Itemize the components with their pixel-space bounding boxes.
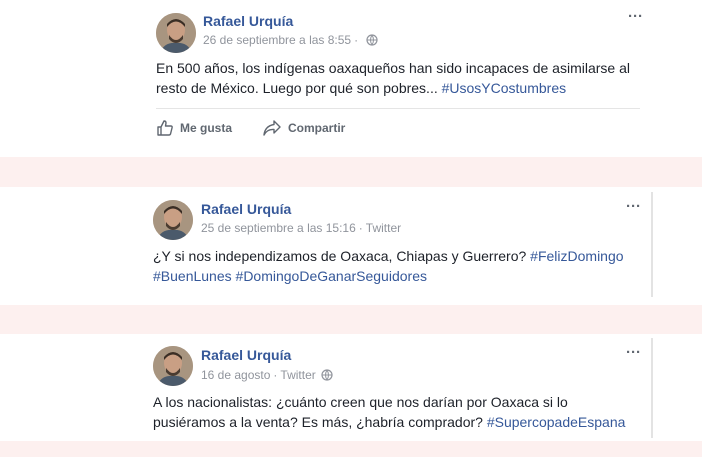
share-label: Compartir xyxy=(288,121,346,135)
avatar-image xyxy=(156,13,196,53)
avatar-image xyxy=(153,346,193,386)
more-options-icon[interactable]: ··· xyxy=(626,199,641,214)
feed-gap xyxy=(0,305,702,334)
hashtag-link[interactable]: #UsosYCostumbres xyxy=(442,80,567,96)
meta-separator: · xyxy=(358,221,363,235)
author-name[interactable]: Rafael Urquía xyxy=(201,201,291,217)
post-timestamp[interactable]: 26 de septiembre a las 8:55 xyxy=(203,33,351,47)
card-edge xyxy=(651,338,653,438)
meta-separator: · xyxy=(354,33,359,47)
post-text-line: pusiéramos a la venta? Es más, ¿habría c… xyxy=(153,414,487,430)
post-meta: 16 de agosto · Twitter xyxy=(201,368,333,382)
avatar-image xyxy=(153,200,193,240)
avatar[interactable] xyxy=(153,346,193,386)
card-edge xyxy=(651,192,653,297)
hashtag-link[interactable]: #DomingoDeGanarSeguidores xyxy=(236,268,427,284)
post-timestamp[interactable]: 16 de agosto xyxy=(201,368,270,382)
post-text: A los nacionalistas: ¿cuánto creen que n… xyxy=(153,392,648,432)
hashtag-link[interactable]: #SupercopadeEspana xyxy=(487,414,626,430)
post-text-line: A los nacionalistas: ¿cuánto creen que n… xyxy=(153,394,568,410)
feed-gap xyxy=(0,157,702,187)
feed-gap xyxy=(0,441,702,457)
post-text-line: ¿Y si nos independizamos de Oaxaca, Chia… xyxy=(153,248,531,264)
post-text-line: En 500 años, los indígenas oaxaqueños ha… xyxy=(156,60,630,76)
thumbs-up-icon xyxy=(157,120,173,136)
hashtag-link[interactable]: #FelizDomingo xyxy=(530,248,623,264)
avatar[interactable] xyxy=(153,200,193,240)
post-source: Twitter xyxy=(365,221,402,235)
like-label: Me gusta xyxy=(180,121,233,135)
globe-icon[interactable] xyxy=(366,34,378,46)
author-name[interactable]: Rafael Urquía xyxy=(203,13,293,29)
post-card: Rafael Urquía 25 de septiembre a las 15:… xyxy=(144,190,652,300)
post-meta: 25 de septiembre a las 15:16 · Twitter xyxy=(201,221,401,235)
like-button[interactable]: Me gusta xyxy=(156,119,232,137)
share-arrow-icon xyxy=(263,120,281,136)
post-card: Rafael Urquía 16 de agosto · Twitter ···… xyxy=(144,336,652,440)
avatar[interactable] xyxy=(156,13,196,53)
post-text-line: resto de México. Luego por qué son pobre… xyxy=(156,80,442,96)
divider xyxy=(156,108,640,109)
share-button[interactable]: Compartir xyxy=(262,119,345,137)
post-text: ¿Y si nos independizamos de Oaxaca, Chia… xyxy=(153,246,648,286)
author-name[interactable]: Rafael Urquía xyxy=(201,347,291,363)
hashtag-link[interactable]: #BuenLunes xyxy=(153,268,232,284)
meta-separator: · xyxy=(273,368,278,382)
post-source: Twitter xyxy=(280,368,316,382)
post-meta: 26 de septiembre a las 8:55 · xyxy=(203,33,378,47)
post-text: En 500 años, los indígenas oaxaqueños ha… xyxy=(156,58,646,98)
post-timestamp[interactable]: 25 de septiembre a las 15:16 xyxy=(201,221,356,235)
more-options-icon[interactable]: ··· xyxy=(626,345,641,360)
more-options-icon[interactable]: ··· xyxy=(628,9,643,24)
globe-icon[interactable] xyxy=(321,369,333,381)
post-card: Rafael Urquía 26 de septiembre a las 8:5… xyxy=(144,0,652,150)
